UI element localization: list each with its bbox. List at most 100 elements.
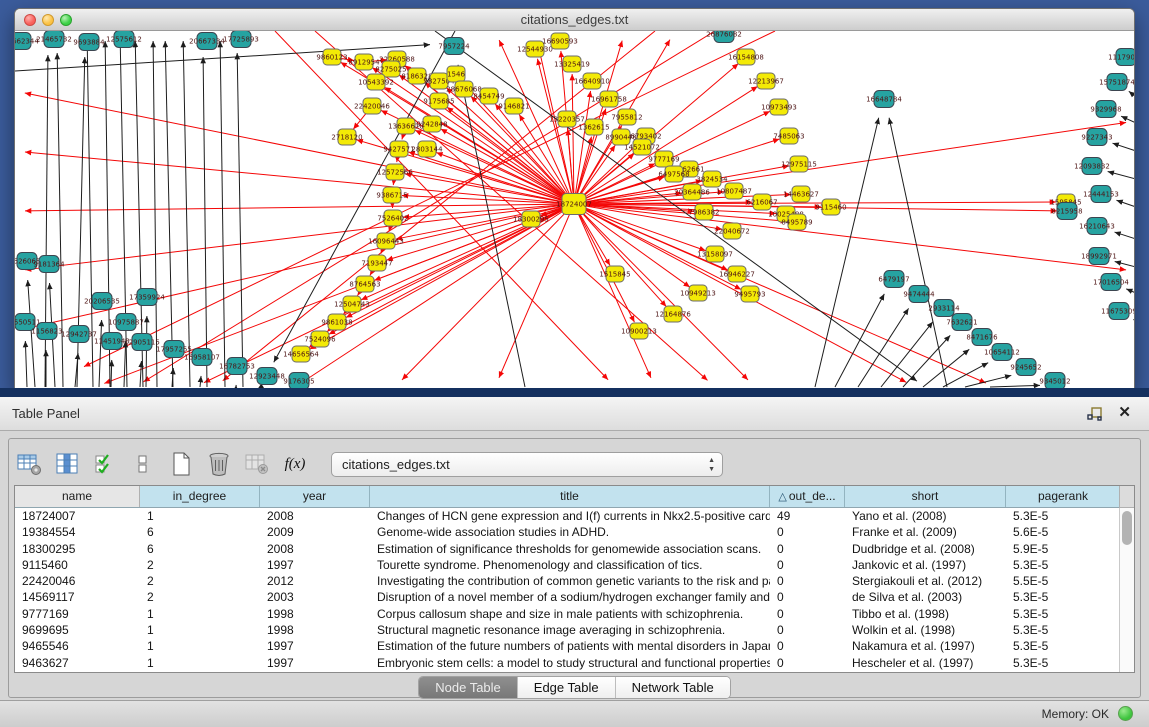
graph-node-teal[interactable]: 11675309	[1101, 303, 1134, 320]
table-cell[interactable]: 5.5E-5	[1006, 573, 1121, 589]
table-cell[interactable]: Investigating the contribution of common…	[370, 573, 770, 589]
graph-node-teal[interactable]: 9227343	[1081, 129, 1112, 146]
table-cell[interactable]: 18300295	[15, 541, 140, 557]
table-cell[interactable]: 1998	[260, 606, 370, 622]
tab-edge-table[interactable]: Edge Table	[518, 677, 616, 698]
graph-node-teal[interactable]: 12575612	[106, 31, 142, 48]
table-cell[interactable]: 0	[770, 573, 845, 589]
graph-node-yellow[interactable]: 7485063	[773, 128, 804, 144]
graph-node-yellow[interactable]: 9115460	[815, 199, 846, 215]
table-row[interactable]: 1938455462009Genome-wide association stu…	[15, 524, 1134, 540]
table-cell[interactable]: Jankovic et al. (1997)	[845, 557, 1006, 573]
graph-node-teal[interactable]: 11179012	[1108, 49, 1134, 66]
table-cell[interactable]: 5.3E-5	[1006, 589, 1121, 605]
graph-node-teal[interactable]: 9245652	[1010, 359, 1041, 376]
table-row[interactable]: 969969511998Structural magnetic resonanc…	[15, 622, 1134, 638]
delete-table-icon-disabled[interactable]	[243, 450, 271, 478]
table-cell[interactable]: 2	[140, 589, 260, 605]
graph-node-teal[interactable]: 10975887	[108, 314, 144, 331]
graph-node-teal[interactable]: 12093832	[1074, 158, 1110, 175]
graph-node-yellow[interactable]: 1546	[447, 66, 465, 82]
graph-node-teal[interactable]: 16210643	[1079, 218, 1115, 235]
graph-node-teal[interactable]: 15751874	[1099, 74, 1134, 91]
table-row[interactable]: 1872400712008Changes of HCN gene express…	[15, 508, 1134, 524]
table-cell[interactable]: Stergiakouli et al. (2012)	[845, 573, 1006, 589]
table-cell[interactable]: 5.9E-5	[1006, 541, 1121, 557]
column-header-out_de[interactable]: △out_de...	[770, 486, 845, 507]
column-header-in_degree[interactable]: in_degree	[140, 486, 260, 507]
table-cell[interactable]: 14569117	[15, 589, 140, 605]
network-canvas[interactable]: 1332541916640910169617587955812132203571…	[15, 31, 1134, 388]
table-cell[interactable]: Dudbridge et al. (2008)	[845, 541, 1006, 557]
table-cell[interactable]: Wolkin et al. (1998)	[845, 622, 1006, 638]
scrollbar-thumb[interactable]	[1122, 511, 1132, 545]
graph-node-teal[interactable]: 9693884	[73, 34, 105, 51]
graph-node-yellow[interactable]: 9427571	[383, 141, 414, 157]
graph-node-teal[interactable]: 10654112	[984, 344, 1020, 361]
table-cell[interactable]: Changes of HCN gene expression and I(f) …	[370, 508, 770, 524]
vertical-scrollbar[interactable]	[1119, 508, 1134, 673]
graph-node-yellow[interactable]: 12164876	[655, 306, 691, 322]
graph-node-teal[interactable]: 9329968	[1090, 101, 1121, 118]
table-cell[interactable]: 5.3E-5	[1006, 638, 1121, 654]
table-cell[interactable]: Structural magnetic resonance image aver…	[370, 622, 770, 638]
table-cell[interactable]: 0	[770, 589, 845, 605]
table-cell[interactable]: 1	[140, 606, 260, 622]
table-row[interactable]: 977716911998Corpus callosum shape and si…	[15, 606, 1134, 622]
graph-node-teal[interactable]: 17016504	[1093, 274, 1129, 291]
table-row[interactable]: 1456911722003Disruption of a novel membe…	[15, 589, 1134, 605]
table-body[interactable]: 1872400712008Changes of HCN gene express…	[15, 508, 1134, 671]
table-cell[interactable]: Tibbo et al. (1998)	[845, 606, 1006, 622]
tab-network-table[interactable]: Network Table	[616, 677, 730, 698]
table-cell[interactable]: 5.3E-5	[1006, 606, 1121, 622]
network-window-titlebar[interactable]: citations_edges.txt	[15, 9, 1134, 31]
table-cell[interactable]: 2009	[260, 524, 370, 540]
deselect-rows-icon[interactable]	[129, 450, 157, 478]
table-row[interactable]: 946362711997Embryonic stem cells: a mode…	[15, 655, 1134, 671]
table-cell[interactable]: Embryonic stem cells: a model to study s…	[370, 655, 770, 671]
graph-node-yellow[interactable]: 14463627	[783, 186, 819, 202]
table-cell[interactable]: Estimation of significance thresholds fo…	[370, 541, 770, 557]
delete-column-icon[interactable]	[205, 450, 233, 478]
graph-node-teal[interactable]: 12905115	[124, 334, 160, 351]
graph-node-yellow[interactable]: 9175685	[423, 93, 454, 109]
show-columns-icon[interactable]	[53, 450, 81, 478]
table-cell[interactable]: 0	[770, 655, 845, 671]
select-all-rows-icon[interactable]	[91, 450, 119, 478]
graph-node-yellow[interactable]: 2718120	[331, 129, 362, 145]
graph-node-teal[interactable]: 20206535	[84, 293, 120, 310]
close-panel-icon[interactable]: ✕	[1118, 404, 1131, 422]
graph-node-teal[interactable]: 9474444	[903, 286, 935, 303]
table-cell[interactable]: 1998	[260, 622, 370, 638]
table-cell[interactable]: Franke et al. (2009)	[845, 524, 1006, 540]
table-cell[interactable]: Estimation of the future numbers of pati…	[370, 638, 770, 654]
graph-node-yellow[interactable]: 10949213	[680, 285, 716, 301]
table-cell[interactable]: 9463627	[15, 655, 140, 671]
graph-node-yellow[interactable]: 22420046	[354, 98, 390, 114]
table-cell[interactable]: 0	[770, 622, 845, 638]
table-cell[interactable]: 9465546	[15, 638, 140, 654]
graph-node-teal[interactable]: 12444153	[1083, 186, 1119, 203]
table-cell[interactable]: 0	[770, 638, 845, 654]
table-cell[interactable]: 9777169	[15, 606, 140, 622]
table-cell[interactable]: 9699695	[15, 622, 140, 638]
tab-node-table[interactable]: Node Table	[419, 677, 518, 698]
table-cell[interactable]: 5.3E-5	[1006, 557, 1121, 573]
table-cell[interactable]: 1997	[260, 638, 370, 654]
table-cell[interactable]: 0	[770, 557, 845, 573]
float-window-icon[interactable]	[1087, 406, 1103, 422]
table-cell[interactable]: 0	[770, 606, 845, 622]
graph-node-yellow[interactable]: 16640910	[574, 73, 610, 89]
network-view-window[interactable]: citations_edges.txt 1332541916640910 1696…	[14, 8, 1135, 389]
graph-node-teal[interactable]: 9176305	[283, 373, 314, 389]
table-cell[interactable]: 9115460	[15, 557, 140, 573]
graph-node-yellow[interactable]: 13325419	[554, 56, 590, 72]
table-cell[interactable]: 5.3E-5	[1006, 655, 1121, 671]
column-header-year[interactable]: year	[260, 486, 370, 507]
graph-node-yellow[interactable]: 16961758	[591, 91, 627, 107]
table-cell[interactable]: 2	[140, 557, 260, 573]
graph-node-yellow[interactable]: 7955812	[611, 109, 642, 125]
graph-node-teal[interactable]: 17359924	[129, 289, 165, 306]
table-cell[interactable]: 2008	[260, 508, 370, 524]
graph-node-teal[interactable]: 18992971	[1081, 248, 1117, 265]
